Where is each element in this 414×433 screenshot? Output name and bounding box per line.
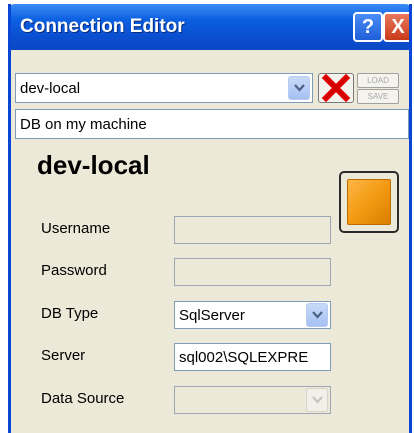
password-field[interactable]: [174, 258, 331, 286]
datasource-label: Data Source: [41, 390, 125, 407]
datasource-select[interactable]: [174, 386, 331, 414]
dbtype-select[interactable]: SqlServer: [174, 301, 331, 329]
description-field[interactable]: DB on my machine: [15, 109, 409, 139]
close-button[interactable]: X: [383, 12, 409, 42]
orange-square-icon: [347, 179, 391, 225]
orange-action-button[interactable]: [339, 171, 399, 233]
chevron-down-icon[interactable]: [306, 388, 328, 412]
help-button[interactable]: ?: [353, 12, 383, 42]
dbtype-label: DB Type: [41, 305, 99, 322]
server-value: sql002\SQLEXPRE: [179, 349, 309, 366]
connection-editor-window: Connection Editor ? X dev-local LOAD SAV…: [8, 4, 412, 433]
server-label: Server: [41, 347, 86, 364]
server-field[interactable]: sql002\SQLEXPRE: [174, 343, 331, 371]
load-button[interactable]: LOAD: [357, 73, 399, 88]
username-label: Username: [41, 220, 111, 237]
window-title: Connection Editor: [20, 16, 185, 37]
title-bar[interactable]: Connection Editor ? X: [11, 4, 409, 50]
description-value: DB on my machine: [20, 116, 147, 133]
delete-connection-button[interactable]: [318, 73, 354, 103]
password-label: Password: [41, 262, 107, 279]
connection-heading: dev-local: [37, 150, 150, 180]
chevron-down-icon[interactable]: [288, 76, 310, 100]
connection-select[interactable]: dev-local: [15, 73, 313, 103]
chevron-down-icon[interactable]: [306, 303, 328, 327]
dbtype-value: SqlServer: [179, 307, 245, 324]
delete-x-icon: [321, 74, 351, 102]
bottom-edge: [11, 422, 409, 433]
save-button[interactable]: SAVE: [357, 89, 399, 104]
username-field[interactable]: [174, 216, 331, 244]
connection-select-value: dev-local: [20, 80, 81, 97]
